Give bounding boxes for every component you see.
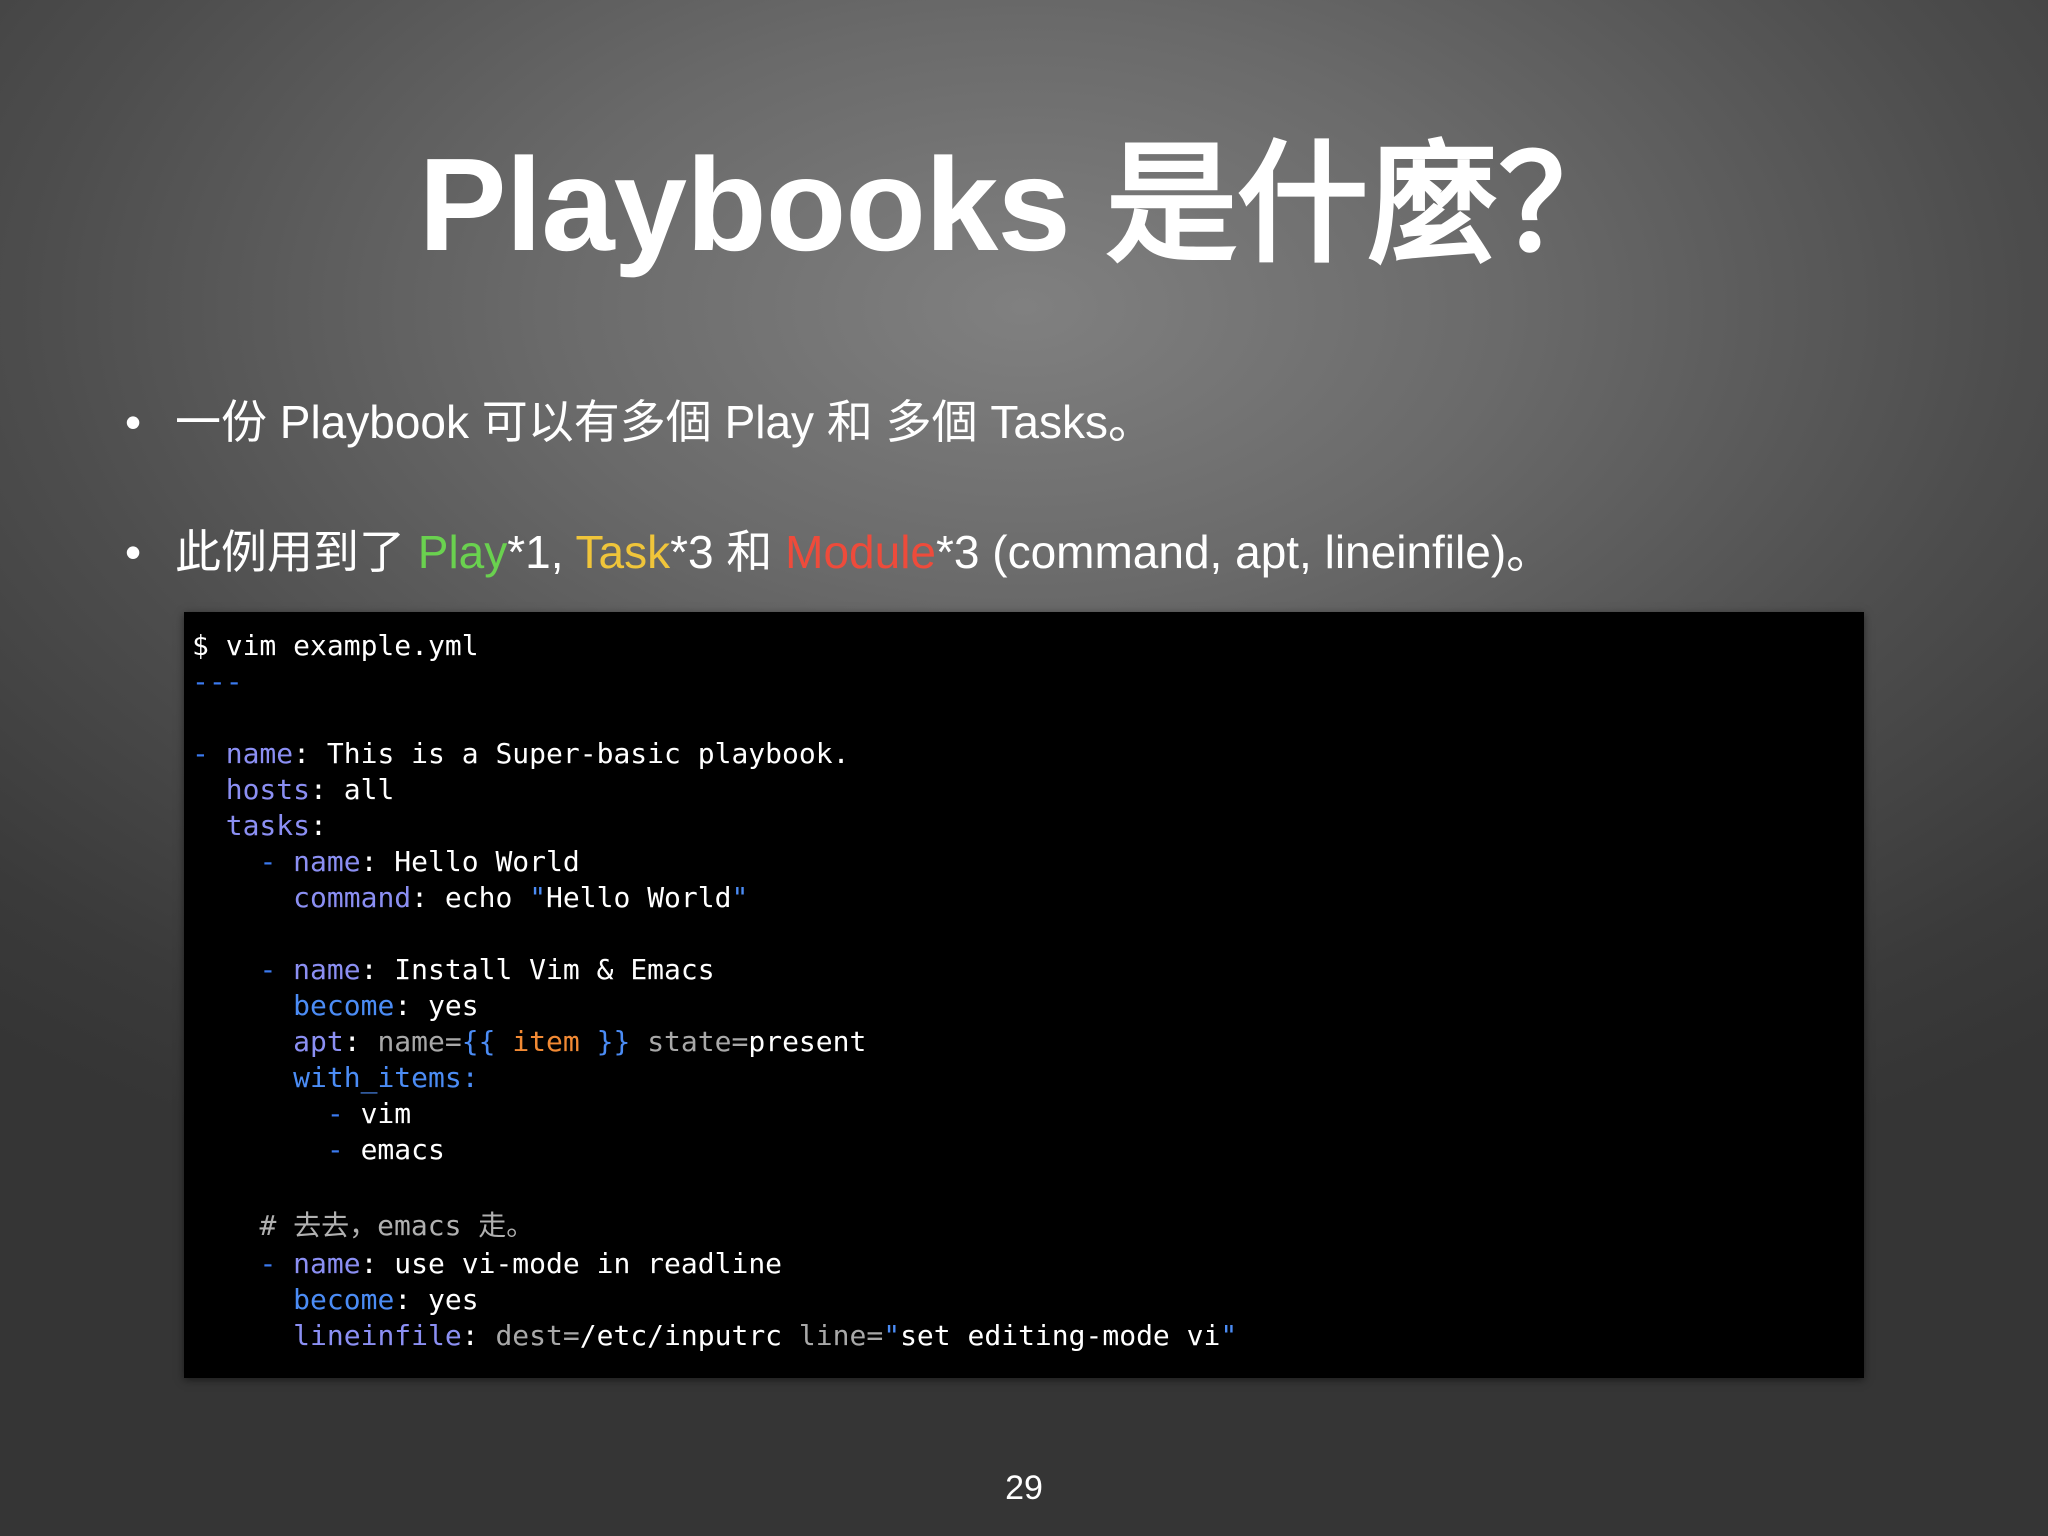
task-highlight: Task	[575, 526, 671, 578]
yaml-colon: :	[461, 1319, 496, 1352]
code-line-hosts: hosts: all	[192, 772, 395, 808]
code-line-task2-apt: apt: name={{ item }} state=present	[192, 1024, 866, 1060]
code-line-task2-become: become: yes	[192, 988, 479, 1024]
yaml-value: : yes	[394, 1283, 479, 1316]
list-dash: -	[259, 1247, 294, 1280]
arg-value: /etc/inputrc	[579, 1319, 799, 1352]
code-line-task3-become: become: yes	[192, 1282, 479, 1318]
arg-name: state=	[630, 1025, 749, 1058]
code-line-with-items: with_items:	[192, 1060, 479, 1096]
yaml-key: apt	[293, 1025, 344, 1058]
yaml-value: : use vi-mode in readline	[360, 1247, 783, 1280]
string-value: Hello World	[546, 881, 732, 914]
quote: "	[1220, 1319, 1238, 1352]
code-line-command: $ vim example.yml	[192, 629, 479, 662]
yaml-value: : yes	[394, 989, 479, 1022]
bullet-dot: •	[125, 396, 142, 448]
yaml-value: : echo	[411, 881, 530, 914]
arg-name: name=	[377, 1025, 462, 1058]
yaml-key: tasks	[225, 809, 311, 842]
yaml-key: command	[293, 881, 412, 914]
code-line-comment: # 去去，emacs 走。	[192, 1208, 534, 1244]
template-brace: }}	[579, 1025, 631, 1058]
list-dash: -	[326, 1097, 361, 1130]
quote: "	[731, 881, 749, 914]
play-count: *1,	[507, 526, 576, 578]
task-count: *3 和	[670, 526, 786, 578]
code-line-play-name: - name: This is a Super-basic playbook.	[192, 736, 849, 772]
yaml-key: name	[293, 845, 361, 878]
code-block: $ vim example.yml --- - name: This is a …	[184, 612, 1864, 1378]
string-value: set editing-mode vi	[900, 1319, 1221, 1352]
arg-name: dest=	[495, 1319, 580, 1352]
arg-value: present	[748, 1025, 867, 1058]
bullet-dot: •	[125, 526, 142, 578]
play-highlight: Play	[417, 526, 508, 578]
arg-name: line=	[798, 1319, 884, 1352]
list-value: emacs	[360, 1133, 445, 1166]
comment-text: # 去去，emacs 走。	[259, 1209, 535, 1242]
code-line-doc-start: ---	[192, 665, 243, 698]
code-line-item-emacs: - emacs	[192, 1132, 445, 1168]
code-line-task3-name: - name: use vi-mode in readline	[192, 1246, 782, 1282]
quote: "	[529, 881, 547, 914]
bullet-text: 此例用到了 Play*1, Task*3 和 Module*3 (command…	[175, 522, 1552, 582]
code-line-task1-name: - name: Hello World	[192, 844, 580, 880]
list-dash: -	[192, 737, 226, 770]
code-line-task2-name: - name: Install Vim & Emacs	[192, 952, 715, 988]
yaml-key: with_items:	[293, 1061, 479, 1094]
code-line-item-vim: - vim	[192, 1096, 411, 1132]
list-value: vim	[360, 1097, 412, 1130]
yaml-key: become	[293, 989, 395, 1022]
yaml-key: hosts	[225, 773, 311, 806]
module-count: *3 (command, apt, lineinfile)。	[936, 526, 1553, 578]
yaml-colon: :	[343, 1025, 378, 1058]
yaml-key: lineinfile	[293, 1319, 462, 1352]
template-var: item	[512, 1025, 580, 1058]
code-line-tasks: tasks:	[192, 808, 327, 844]
slide-title: Playbooks 是什麼？	[418, 131, 1631, 278]
list-dash: -	[259, 845, 294, 878]
page-number: 29	[1005, 1469, 1043, 1507]
bullet-prefix: 此例用到了	[175, 526, 418, 578]
list-dash: -	[259, 953, 294, 986]
yaml-value: : This is a Super-basic playbook.	[293, 737, 850, 770]
yaml-value: :	[310, 809, 327, 842]
module-highlight: Module	[785, 526, 936, 578]
code-line-task1-command: command: echo "Hello World"	[192, 880, 748, 916]
code-line-task3-lineinfile: lineinfile: dest=/etc/inputrc line="set …	[192, 1318, 1237, 1354]
list-dash: -	[326, 1133, 361, 1166]
quote: "	[883, 1319, 901, 1352]
yaml-key: name	[225, 737, 294, 770]
yaml-value: : Hello World	[360, 845, 580, 878]
yaml-value: : Install Vim & Emacs	[360, 953, 715, 986]
yaml-key: name	[293, 953, 361, 986]
yaml-value: : all	[310, 773, 395, 806]
yaml-key: become	[293, 1283, 395, 1316]
bullet-text: 一份 Playbook 可以有多個 Play 和 多個 Tasks。	[175, 396, 1154, 448]
yaml-key: name	[293, 1247, 361, 1280]
template-brace: {{	[461, 1025, 513, 1058]
